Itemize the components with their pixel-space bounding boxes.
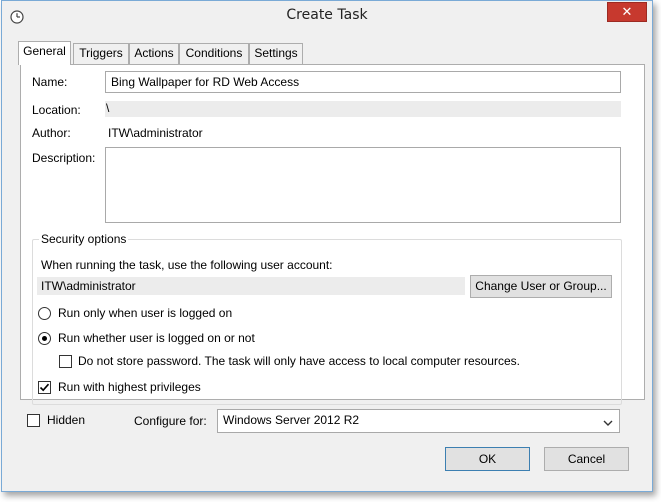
configure-for-select[interactable]: Windows Server 2012 R2 — [217, 409, 620, 433]
general-tab-panel: Name: Bing Wallpaper for RD Web Access L… — [20, 64, 645, 405]
location-value: \ — [106, 101, 110, 115]
checkbox-do-not-store-password[interactable] — [59, 355, 72, 368]
tab-label: General — [23, 44, 66, 58]
tab-settings[interactable]: Settings — [249, 43, 303, 64]
window-title: Create Task — [286, 7, 368, 23]
radio-run-whether-logged-on-label[interactable]: Run whether user is logged on or not — [58, 331, 255, 345]
tab-conditions[interactable]: Conditions — [179, 43, 249, 64]
hidden-label[interactable]: Hidden — [47, 413, 85, 427]
close-icon: ✕ — [621, 4, 633, 19]
radio-run-when-logged-on[interactable] — [38, 307, 51, 320]
author-label: Author: — [32, 126, 71, 140]
tab-label: Conditions — [185, 46, 243, 60]
author-value: ITW\administrator — [108, 126, 203, 140]
title-bar[interactable]: Create Task ✕ — [2, 1, 652, 33]
location-field: \ — [105, 101, 621, 117]
configure-for-label: Configure for: — [134, 414, 207, 428]
close-button[interactable]: ✕ — [607, 2, 647, 22]
description-input[interactable] — [105, 147, 621, 223]
security-options-group: Security options When running the task, … — [32, 232, 622, 405]
tab-triggers[interactable]: Triggers — [73, 43, 129, 64]
checkbox-hidden[interactable] — [27, 414, 40, 427]
configure-for-value: Windows Server 2012 R2 — [223, 413, 360, 427]
chevron-down-icon — [603, 416, 613, 430]
create-task-window: Create Task ✕ General Triggers Actions C… — [1, 0, 653, 492]
radio-run-whether-logged-on[interactable] — [38, 332, 51, 345]
ok-button[interactable]: OK — [445, 447, 530, 471]
do-not-store-password-label[interactable]: Do not store password. The task will onl… — [78, 354, 520, 368]
tab-actions[interactable]: Actions — [129, 43, 179, 64]
tab-label: Actions — [134, 46, 174, 60]
checkbox-highest-privileges[interactable] — [38, 381, 51, 394]
radio-selected-dot — [42, 336, 47, 341]
radio-run-when-logged-on-label[interactable]: Run only when user is logged on — [58, 306, 232, 320]
highest-privileges-label[interactable]: Run with highest privileges — [58, 380, 201, 394]
cancel-button[interactable]: Cancel — [544, 447, 629, 471]
user-account-value: ITW\administrator — [41, 279, 136, 293]
change-user-button[interactable]: Change User or Group... — [470, 275, 612, 298]
name-label: Name: — [32, 75, 68, 89]
checkmark-icon — [39, 383, 50, 392]
name-input[interactable]: Bing Wallpaper for RD Web Access — [105, 71, 621, 93]
account-prompt: When running the task, use the following… — [41, 258, 333, 272]
tab-label: Settings — [254, 46, 298, 60]
location-label: Location: — [32, 103, 81, 117]
description-label: Description: — [32, 151, 96, 165]
tab-label: Triggers — [79, 46, 123, 60]
tab-general[interactable]: General — [18, 41, 71, 65]
user-account-field: ITW\administrator — [37, 277, 465, 295]
security-options-legend: Security options — [39, 232, 129, 246]
